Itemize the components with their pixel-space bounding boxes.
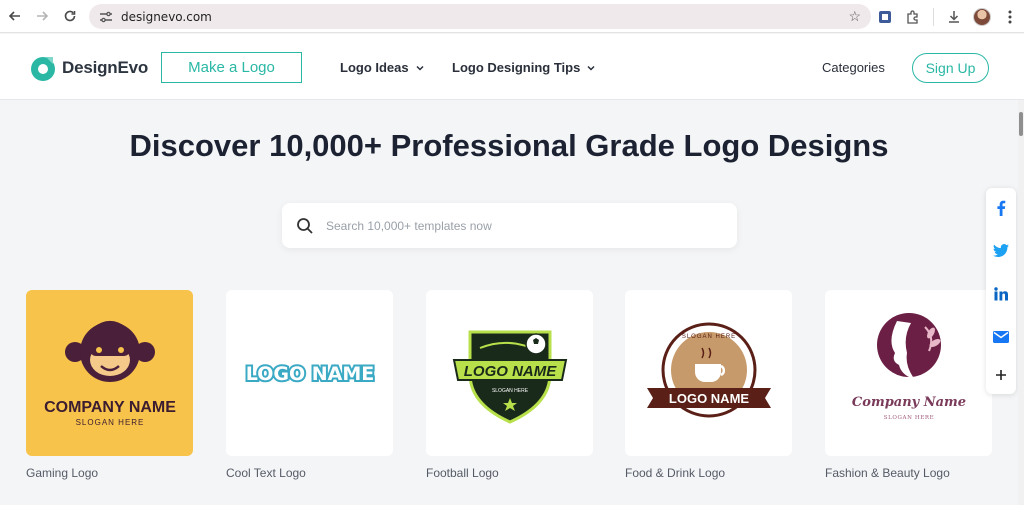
card-label-gaming[interactable]: Gaming Logo: [26, 466, 98, 480]
gaming-logo-slogan: SLOGAN HERE: [75, 418, 144, 427]
site-info-icon[interactable]: [95, 11, 117, 23]
nav-logo-ideas[interactable]: Logo Ideas: [340, 60, 424, 75]
football-logo-slogan: SLOGAN HERE: [491, 388, 528, 394]
menu-dots-icon[interactable]: [996, 3, 1024, 31]
page-title: Discover 10,000+ Professional Grade Logo…: [129, 128, 889, 163]
gaming-logo-name: COMPANY NAME: [44, 399, 176, 416]
twitter-icon[interactable]: [986, 236, 1016, 266]
linkedin-icon[interactable]: [986, 279, 1016, 309]
football-logo-name: LOGO NAME: [463, 363, 556, 380]
logo-card-cool-text[interactable]: LOGO NAME: [226, 290, 393, 456]
arrow-right-icon: [37, 11, 49, 21]
download-icon[interactable]: [940, 3, 968, 31]
mail-icon[interactable]: [986, 322, 1016, 352]
reload-icon: [64, 10, 76, 22]
logo-card-gaming[interactable]: COMPANY NAME SLOGAN HERE: [26, 290, 193, 456]
food-logo-slogan: SLOGAN HERE: [681, 334, 735, 340]
brand-name: DesignEvo: [62, 58, 149, 77]
sign-up-button[interactable]: Sign Up: [912, 53, 989, 83]
nav-logo-ideas-label: Logo Ideas: [340, 60, 409, 75]
search-input[interactable]: [326, 218, 706, 233]
forward-button[interactable]: [30, 4, 54, 28]
url-text: designevo.com: [121, 9, 212, 24]
gaming-logo-image: COMPANY NAME SLOGAN HERE: [44, 321, 176, 427]
fashion-logo-name: Company Name: [851, 395, 965, 410]
bookmark-star-icon[interactable]: ☆: [848, 8, 861, 25]
template-search[interactable]: [282, 203, 737, 248]
profile-avatar[interactable]: [968, 3, 996, 31]
nav-categories[interactable]: Categories: [822, 60, 885, 75]
nav-logo-designing-tips[interactable]: Logo Designing Tips: [452, 60, 595, 75]
logo-card-football[interactable]: LOGO NAME SLOGAN HERE: [426, 290, 593, 456]
reload-button[interactable]: [58, 4, 82, 28]
food-drink-logo-image: SLOGAN HERE LOGO NAME: [646, 322, 771, 418]
back-button[interactable]: [3, 4, 27, 28]
social-share-bar: [986, 188, 1016, 394]
make-a-logo-button[interactable]: Make a Logo: [161, 52, 302, 83]
extension-icon[interactable]: [871, 3, 899, 31]
football-logo-image: LOGO NAME SLOGAN HERE: [452, 330, 567, 424]
logo-card-fashion-beauty[interactable]: Company Name SLOGAN HERE: [825, 290, 992, 456]
nav-logo-tips-label: Logo Designing Tips: [452, 60, 581, 75]
chevron-down-icon: [587, 65, 595, 71]
browser-toolbar: designevo.com ☆: [0, 0, 1024, 33]
cool-text-logo-image: LOGO NAME: [243, 361, 375, 387]
food-logo-name: LOGO NAME: [668, 391, 748, 406]
brand-logo[interactable]: DesignEvo: [28, 53, 148, 83]
puzzle-icon[interactable]: [899, 3, 927, 31]
address-bar[interactable]: designevo.com ☆: [89, 4, 871, 29]
site-header: DesignEvo Make a Logo Logo Ideas Logo De…: [0, 34, 1024, 100]
toolbar-divider: [933, 7, 934, 26]
designevo-logo-icon: [31, 57, 55, 81]
logo-card-food-drink[interactable]: SLOGAN HERE LOGO NAME: [625, 290, 792, 456]
cool-text-logo-name: LOGO NAME: [245, 363, 373, 385]
scrollbar-thumb[interactable]: [1019, 112, 1023, 136]
card-label-football[interactable]: Football Logo: [426, 466, 499, 480]
fashion-logo-slogan: SLOGAN HERE: [883, 415, 933, 421]
plus-icon[interactable]: [986, 360, 1016, 390]
chevron-down-icon: [416, 65, 424, 71]
card-label-cool-text[interactable]: Cool Text Logo: [226, 466, 306, 480]
search-icon: [297, 217, 313, 234]
facebook-icon[interactable]: [986, 193, 1016, 223]
page-scrollbar[interactable]: [1018, 100, 1024, 505]
fashion-beauty-logo-image: Company Name SLOGAN HERE: [851, 313, 966, 421]
card-label-fashion-beauty[interactable]: Fashion & Beauty Logo: [825, 466, 950, 480]
arrow-left-icon: [8, 11, 20, 21]
card-label-food-drink[interactable]: Food & Drink Logo: [625, 466, 725, 480]
